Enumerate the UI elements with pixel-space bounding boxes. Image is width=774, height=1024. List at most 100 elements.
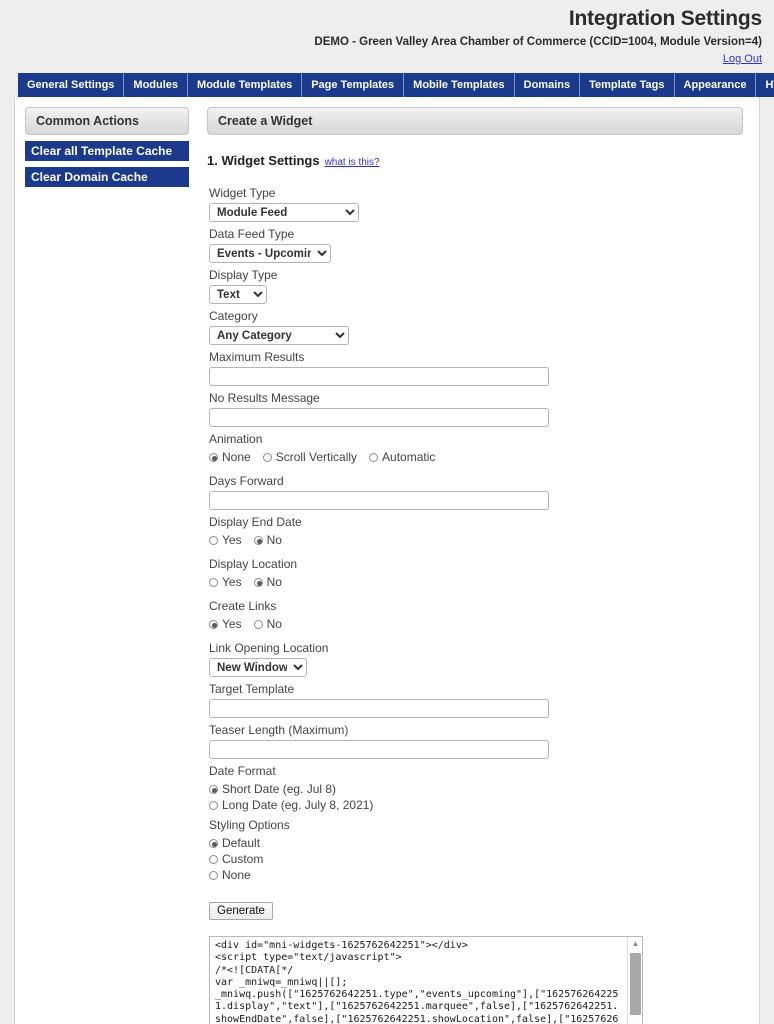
create-links-radio-group: Yes No	[209, 616, 743, 636]
animation-radio-group: None Scroll Vertically Automatic	[209, 449, 743, 469]
styling-option-default[interactable]: Default	[209, 835, 743, 851]
animation-option-scroll-vertically[interactable]: Scroll Vertically	[262, 449, 357, 465]
integration-settings-page: Integration Settings DEMO - Green Valley…	[0, 0, 774, 1024]
label-data-feed-type: Data Feed Type	[209, 227, 295, 241]
what-is-this-link[interactable]: what is this?	[325, 157, 380, 168]
page-header: Integration Settings DEMO - Green Valley…	[0, 0, 774, 66]
radio-icon	[209, 620, 218, 629]
field-date-format: Date Format Short Date (eg. Jul 8) Long …	[209, 764, 743, 813]
field-teaser-length: Teaser Length (Maximum)	[209, 723, 743, 759]
tab-html[interactable]: HTML	[756, 73, 774, 97]
main-tab-bar: General Settings Modules Module Templates P…	[0, 73, 774, 97]
create-links-option-no-label: No	[266, 617, 282, 631]
clear-domain-cache-button[interactable]: Clear Domain Cache	[25, 167, 189, 187]
link-opening-location-select[interactable]: New Window	[209, 658, 307, 677]
teaser-length-input[interactable]	[209, 740, 549, 759]
generated-code-container: <div id="mni-widgets-1625762642251"></di…	[209, 936, 643, 1024]
styling-option-none-label: None	[222, 868, 251, 882]
display-end-date-option-yes[interactable]: Yes	[209, 532, 242, 548]
radio-icon	[209, 785, 218, 794]
styling-option-none[interactable]: None	[209, 867, 743, 883]
field-display-end-date: Display End Date Yes No	[209, 515, 743, 552]
tab-module-templates[interactable]: Module Templates	[188, 73, 303, 97]
generate-button[interactable]: Generate	[209, 902, 273, 920]
scrollbar-thumb[interactable]	[630, 953, 641, 1015]
scroll-up-icon[interactable]: ▲	[628, 937, 643, 951]
section-heading-text: 1. Widget Settings	[207, 153, 320, 168]
radio-icon	[209, 855, 218, 864]
field-link-opening-location: Link Opening Location New Window	[209, 641, 743, 677]
generated-code-textarea[interactable]: <div id="mni-widgets-1625762642251"></di…	[210, 937, 623, 1024]
tab-modules[interactable]: Modules	[124, 73, 189, 97]
data-feed-type-select[interactable]: Events - Upcoming	[209, 244, 331, 263]
label-widget-type: Widget Type	[209, 186, 276, 200]
days-forward-input[interactable]	[209, 491, 549, 510]
date-format-option-short-label: Short Date (eg. Jul 8)	[222, 782, 337, 796]
radio-icon	[209, 453, 218, 462]
label-maximum-results: Maximum Results	[209, 350, 305, 364]
date-format-option-long[interactable]: Long Date (eg. July 8, 2021)	[209, 797, 743, 813]
display-location-option-yes[interactable]: Yes	[209, 574, 242, 590]
main-panel: Create a Widget 1. Widget Settings what i…	[207, 107, 751, 1024]
radio-icon	[209, 839, 218, 848]
label-styling-options: Styling Options	[209, 818, 290, 832]
radio-icon	[253, 578, 263, 587]
tab-appearance[interactable]: Appearance	[674, 73, 757, 97]
no-results-message-input[interactable]	[209, 408, 549, 427]
label-date-format: Date Format	[209, 764, 276, 778]
animation-option-automatic[interactable]: Automatic	[369, 449, 435, 465]
target-template-input[interactable]	[209, 699, 549, 718]
widget-type-select[interactable]: Module Feed	[209, 203, 359, 222]
label-display-end-date: Display End Date	[209, 515, 302, 529]
category-select[interactable]: Any Category	[209, 326, 349, 345]
field-maximum-results: Maximum Results	[209, 350, 743, 386]
clear-all-template-cache-button[interactable]: Clear all Template Cache	[25, 141, 189, 161]
label-target-template: Target Template	[209, 682, 295, 696]
animation-option-automatic-label: Automatic	[382, 450, 436, 464]
display-type-select[interactable]: Text	[209, 285, 267, 304]
tab-template-tags[interactable]: Template Tags	[580, 73, 675, 97]
account-info: DEMO - Green Valley Area Chamber of Comm…	[314, 36, 762, 48]
tab-mobile-templates[interactable]: Mobile Templates	[404, 73, 515, 97]
tab-page-templates[interactable]: Page Templates	[302, 73, 405, 97]
field-animation: Animation None Scroll Vertically Automatic	[209, 432, 743, 469]
radio-icon	[209, 536, 218, 545]
content-area: Common Actions Clear all Template Cache …	[14, 97, 760, 1024]
field-days-forward: Days Forward	[209, 474, 743, 510]
radio-icon	[253, 536, 263, 545]
styling-option-default-label: Default	[222, 836, 261, 850]
display-end-date-radio-group: Yes No	[209, 532, 743, 552]
field-target-template: Target Template	[209, 682, 743, 718]
animation-option-none-label: None	[222, 450, 251, 464]
maximum-results-input[interactable]	[209, 367, 549, 386]
tab-general-settings[interactable]: General Settings	[18, 73, 125, 97]
animation-option-none[interactable]: None	[209, 449, 251, 465]
radio-icon	[209, 871, 218, 880]
styling-option-custom[interactable]: Custom	[209, 851, 743, 867]
create-links-option-yes-label: Yes	[222, 617, 242, 631]
label-display-type: Display Type	[209, 268, 278, 282]
widget-settings-form: Widget Type Module Feed Data Feed Type E…	[209, 186, 743, 1024]
date-format-option-short[interactable]: Short Date (eg. Jul 8)	[209, 781, 743, 797]
display-location-radio-group: Yes No	[209, 574, 743, 594]
date-format-radio-group: Short Date (eg. Jul 8) Long Date (eg. Ju…	[209, 781, 743, 813]
date-format-option-long-label: Long Date (eg. July 8, 2021)	[222, 798, 374, 812]
field-create-links: Create Links Yes No	[209, 599, 743, 636]
tab-domains[interactable]: Domains	[514, 73, 581, 97]
sidebar-title: Common Actions	[25, 107, 189, 135]
logout-link[interactable]: Log Out	[723, 53, 762, 65]
create-links-option-yes[interactable]: Yes	[209, 616, 242, 632]
radio-icon	[209, 578, 218, 587]
label-create-links: Create Links	[209, 599, 277, 613]
radio-icon	[209, 801, 218, 810]
field-widget-type: Widget Type Module Feed	[209, 186, 743, 222]
display-end-date-option-no[interactable]: No	[253, 532, 282, 548]
field-category: Category Any Category	[209, 309, 743, 345]
radio-icon	[253, 620, 263, 629]
code-scrollbar[interactable]: ▲ ▼	[627, 937, 642, 1024]
display-location-option-no-label: No	[266, 575, 282, 589]
section-widget-settings: 1. Widget Settings what is this?	[207, 153, 743, 168]
display-location-option-no[interactable]: No	[253, 574, 282, 590]
create-links-option-no[interactable]: No	[253, 616, 282, 632]
label-days-forward: Days Forward	[209, 474, 284, 488]
